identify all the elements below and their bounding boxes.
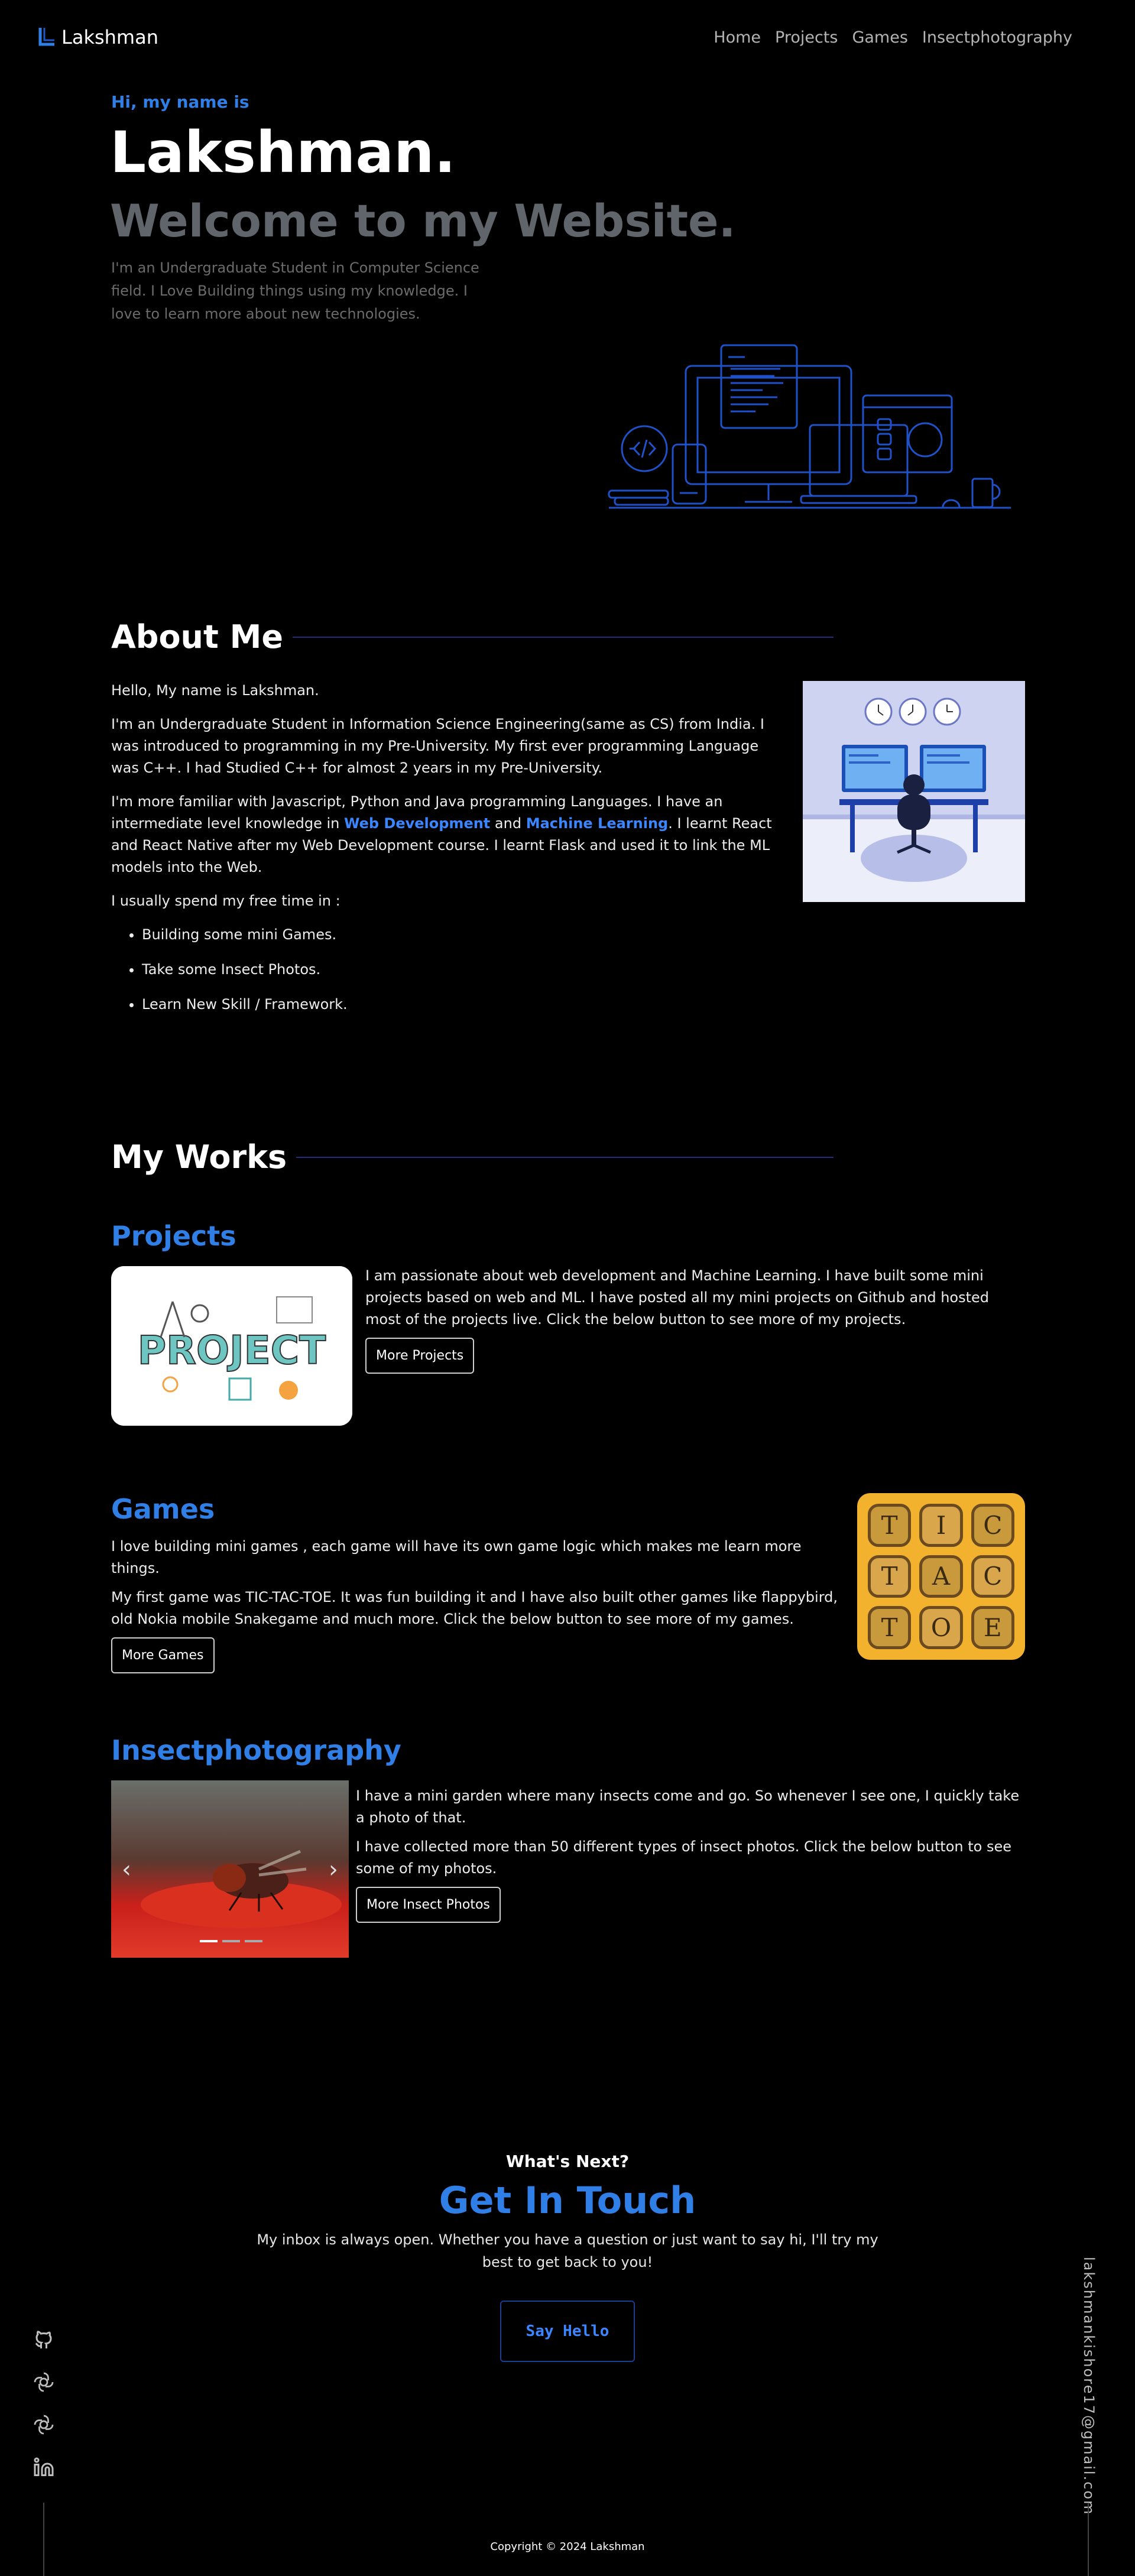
about-p2: I'm an Undergraduate Student in Informat… <box>111 716 764 776</box>
main-nav: Home Projects Games Insectphotography <box>714 28 1072 47</box>
free-time-list: Building some mini Games. Take some Inse… <box>111 924 779 1016</box>
about-heading: About Me <box>111 618 283 656</box>
nav-games[interactable]: Games <box>852 28 907 47</box>
social-links <box>33 2329 54 2478</box>
insects-description-block: I have a mini garden where many insects … <box>356 1785 1024 1923</box>
game-tile: C <box>971 1555 1014 1598</box>
carousel-indicator[interactable] <box>222 1940 240 1942</box>
logo-text: Lakshman <box>61 26 158 48</box>
about-heading-row: About Me <box>111 618 834 656</box>
programmer-illustration <box>803 681 1025 902</box>
insects-p1: I have a mini garden where many insects … <box>356 1787 1020 1826</box>
say-hello-button[interactable]: Say Hello <box>500 2301 635 2362</box>
copyright: Copyright © 2024 Lakshman <box>490 2541 645 2553</box>
list-item: Building some mini Games. <box>142 924 779 946</box>
openai-icon[interactable] <box>33 2371 54 2393</box>
list-item: Learn New Skill / Framework. <box>142 994 779 1016</box>
game-tile: T <box>868 1555 912 1598</box>
hero-intro: I'm an Undergraduate Student in Computer… <box>111 259 479 322</box>
contact-text: My inbox is always open. Whether you hav… <box>257 2231 878 2270</box>
insect-photo-carousel: ‹ › <box>111 1780 349 1958</box>
game-tile: E <box>971 1606 1014 1649</box>
project-word: PROJECT <box>138 1328 326 1373</box>
projects-image: PROJECT <box>111 1266 352 1426</box>
more-insect-photos-button[interactable]: More Insect Photos <box>356 1887 501 1923</box>
tic-tac-toe-image: T I C T A C T O E <box>857 1493 1025 1660</box>
developer-workspace-illustration <box>608 344 1011 509</box>
insects-title: Insectphotography <box>111 1734 401 1766</box>
list-item: Take some Insect Photos. <box>142 959 779 981</box>
carousel-prev-button[interactable]: ‹ <box>122 1856 131 1883</box>
game-tile: T <box>868 1606 912 1649</box>
about-p1: Hello, My name is Lakshman. <box>111 682 319 699</box>
get-in-touch-title: Get In Touch <box>439 2179 696 2222</box>
hero-welcome: Welcome to my Website. <box>110 194 736 247</box>
skill-web-development: Web Development <box>343 815 491 832</box>
logo-mark-icon <box>38 28 54 46</box>
right-side-line <box>1088 2503 1089 2576</box>
game-tile: C <box>971 1504 1014 1547</box>
insects-p2: I have collected more than 50 different … <box>356 1838 1011 1877</box>
about-p4: I usually spend my free time in : <box>111 893 340 909</box>
games-title: Games <box>111 1493 215 1525</box>
projects-title: Projects <box>111 1220 236 1252</box>
hero-name: Lakshman. <box>110 119 456 186</box>
nav-home[interactable]: Home <box>714 28 761 47</box>
insect-photo <box>111 1780 349 1958</box>
email-link[interactable]: lakshmankishore17@gmail.com <box>1081 2257 1097 2515</box>
games-p1: I love building mini games , each game w… <box>111 1538 802 1576</box>
about-p3: I'm more familiar with Javascript, Pytho… <box>111 791 779 878</box>
hero-greeting: Hi, my name is <box>111 92 249 112</box>
openai-icon[interactable] <box>33 2414 54 2435</box>
projects-description: I am passionate about web development an… <box>365 1267 990 1328</box>
works-heading-row: My Works <box>111 1138 834 1176</box>
more-games-button[interactable]: More Games <box>111 1637 215 1673</box>
nav-projects[interactable]: Projects <box>775 28 838 47</box>
about-p3-b: and <box>490 815 526 832</box>
projects-description-block: I am passionate about web development an… <box>365 1265 1024 1374</box>
carousel-indicator[interactable] <box>245 1940 262 1942</box>
about-divider <box>292 636 834 638</box>
game-tile: A <box>919 1555 963 1598</box>
whats-next-label: What's Next? <box>505 2152 630 2171</box>
left-side-line <box>43 2503 44 2576</box>
game-tile: I <box>919 1504 963 1547</box>
linkedin-icon[interactable] <box>33 2457 54 2478</box>
game-tile: T <box>868 1504 912 1547</box>
carousel-indicator[interactable] <box>200 1940 218 1942</box>
more-projects-button[interactable]: More Projects <box>365 1338 475 1374</box>
carousel-next-button[interactable]: › <box>329 1856 338 1883</box>
about-text: Hello, My name is Lakshman. I'm an Under… <box>111 680 779 1029</box>
carousel-indicators <box>200 1940 262 1942</box>
nav-insectphotography[interactable]: Insectphotography <box>922 28 1072 47</box>
works-heading: My Works <box>111 1138 287 1176</box>
games-p2: My first game was TIC-TAC-TOE. It was fu… <box>111 1589 838 1627</box>
site-logo[interactable]: Lakshman <box>38 26 158 48</box>
skill-machine-learning: Machine Learning <box>526 815 669 832</box>
works-divider <box>296 1156 834 1158</box>
games-description-block: I love building mini games , each game w… <box>111 1536 839 1673</box>
github-icon[interactable] <box>33 2329 54 2350</box>
game-tile: O <box>919 1606 963 1649</box>
